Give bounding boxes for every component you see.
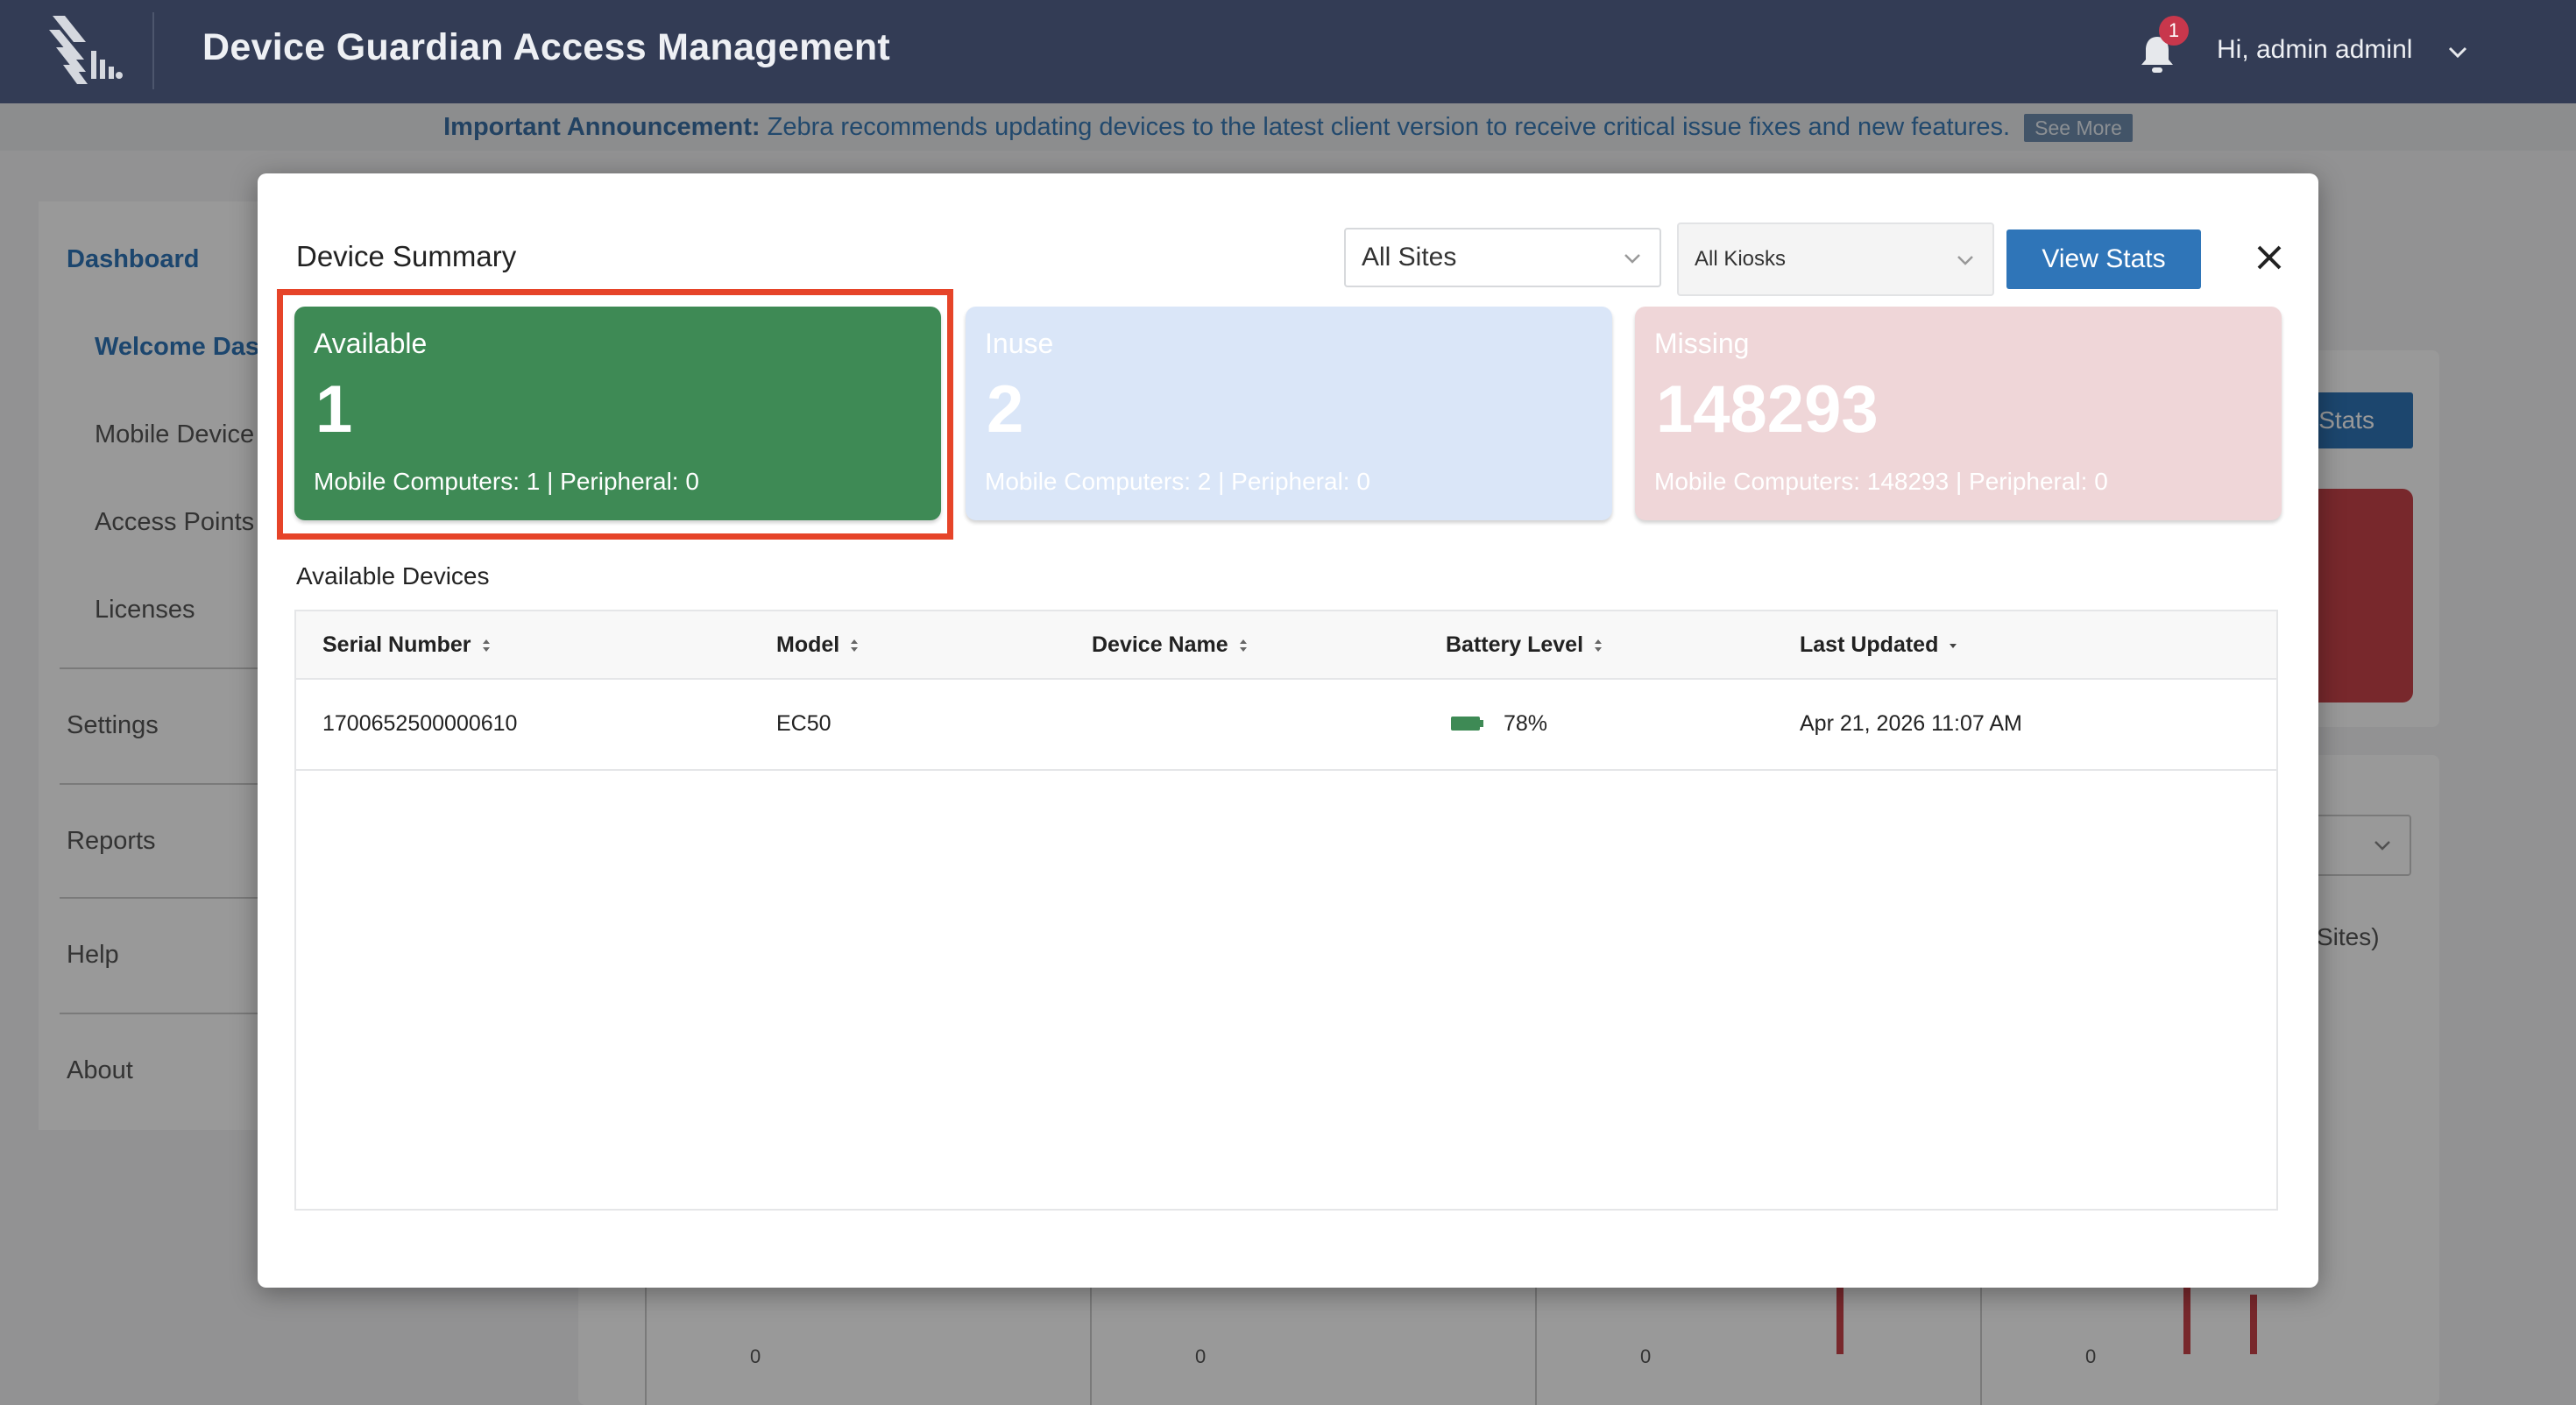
chevron-down-icon: [1624, 254, 1640, 264]
table-title: Available Devices: [296, 562, 490, 590]
column-model[interactable]: Model: [776, 611, 860, 678]
battery-icon: [1451, 717, 1483, 731]
sort-icon: [1595, 639, 1603, 653]
kiosk-select[interactable]: All Kiosks: [1677, 222, 1994, 296]
column-label: Device Name: [1092, 632, 1228, 657]
notification-badge[interactable]: 1: [2159, 16, 2189, 46]
missing-count: 148293: [1656, 372, 1879, 447]
sort-desc-icon: [1950, 644, 1957, 649]
site-select-value: All Sites: [1362, 243, 1457, 272]
column-label: Model: [776, 632, 840, 657]
table-header: Serial Number Model Device Name Battery …: [296, 611, 2276, 680]
cell-battery: 78%: [1504, 711, 1548, 736]
table-row[interactable]: 1700652500000610 EC50 78% Apr 21, 2026 1…: [296, 678, 2276, 771]
column-label: Serial Number: [322, 632, 471, 657]
site-select[interactable]: All Sites: [1344, 228, 1661, 287]
sort-icon: [851, 639, 859, 653]
column-label: Battery Level: [1446, 632, 1584, 657]
chevron-down-icon: [1957, 256, 1973, 265]
column-label: Last Updated: [1800, 632, 1939, 657]
zebra-logo-icon[interactable]: [46, 11, 128, 93]
column-last-updated[interactable]: Last Updated: [1800, 611, 1959, 678]
inuse-detail: Mobile Computers: 2 | Peripheral: 0: [985, 468, 1370, 495]
top-bar: Device Guardian Access Management 1 Hi, …: [0, 0, 2576, 103]
cell-serial: 1700652500000610: [322, 711, 518, 736]
column-serial-number[interactable]: Serial Number: [322, 611, 492, 678]
inuse-label: Inuse: [985, 328, 1054, 359]
missing-card[interactable]: Missing 148293 Mobile Computers: 148293 …: [1635, 307, 2282, 520]
devices-table: Serial Number Model Device Name Battery …: [294, 610, 2278, 1211]
logo-divider: [152, 12, 154, 89]
missing-detail: Mobile Computers: 148293 | Peripheral: 0: [1654, 468, 2108, 495]
view-stats-button[interactable]: View Stats: [2006, 229, 2201, 289]
column-battery-level[interactable]: Battery Level: [1446, 611, 1604, 678]
device-summary-modal: Device Summary All Sites All Kiosks View…: [258, 173, 2318, 1288]
user-greeting[interactable]: Hi, admin adminl: [2217, 35, 2412, 65]
chevron-down-icon[interactable]: [2445, 39, 2471, 65]
inuse-count: 2: [987, 372, 1024, 447]
app-title: Device Guardian Access Management: [202, 26, 891, 68]
close-icon[interactable]: [2252, 240, 2287, 275]
sort-icon: [482, 639, 490, 653]
column-device-name[interactable]: Device Name: [1092, 611, 1249, 678]
inuse-card[interactable]: Inuse 2 Mobile Computers: 2 | Peripheral…: [966, 307, 1612, 520]
modal-title: Device Summary: [296, 240, 517, 272]
highlight-annotation: [277, 289, 953, 540]
cell-model: EC50: [776, 711, 832, 736]
kiosk-select-value: All Kiosks: [1695, 247, 1787, 271]
cell-last-updated: Apr 21, 2026 11:07 AM: [1800, 711, 2022, 736]
missing-label: Missing: [1654, 328, 1750, 359]
sort-icon: [1239, 639, 1247, 653]
